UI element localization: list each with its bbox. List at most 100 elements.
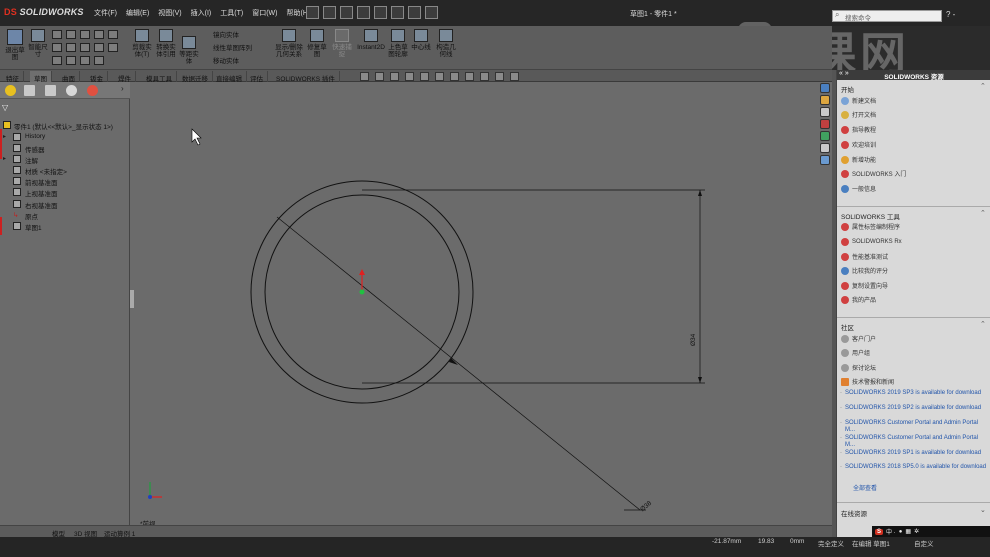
custom-properties-tab-icon[interactable] bbox=[820, 143, 830, 153]
tab-features[interactable]: 特征 bbox=[2, 71, 24, 83]
new-icon[interactable] bbox=[306, 6, 319, 19]
display-delete-relations-button[interactable]: 显示/删除几何关系 bbox=[272, 29, 306, 58]
help-button[interactable]: ? - bbox=[946, 10, 955, 19]
property-tab-builder-link[interactable]: 属性标签编制程序 bbox=[841, 221, 900, 232]
chevron-right-icon[interactable]: › bbox=[121, 84, 124, 93]
microphone-icon[interactable]: ● bbox=[899, 529, 903, 535]
tab-sheet-metal[interactable]: 钣金 bbox=[86, 71, 108, 83]
point-icon[interactable] bbox=[66, 56, 76, 65]
panel-collapse-handle[interactable] bbox=[130, 290, 134, 308]
library-tab-icon[interactable] bbox=[820, 95, 830, 105]
display-pane-icon[interactable] bbox=[510, 72, 519, 81]
tree-item-annotations[interactable]: ▸ 注解 bbox=[0, 154, 130, 165]
tree-item-top-plane[interactable]: 上视基准面 bbox=[0, 187, 130, 198]
line-icon[interactable] bbox=[52, 30, 62, 39]
undo-icon[interactable] bbox=[374, 6, 387, 19]
print-icon[interactable] bbox=[357, 6, 370, 19]
offset-entities-button[interactable]: 等距实体 bbox=[178, 36, 200, 65]
open-icon[interactable] bbox=[323, 6, 336, 19]
select-icon[interactable] bbox=[391, 6, 404, 19]
instant2d-button[interactable]: Instant2D bbox=[356, 29, 386, 51]
tree-item-right-plane[interactable]: 右视基准面 bbox=[0, 199, 130, 210]
smart-dimension-button[interactable]: 智能尺寸 bbox=[28, 29, 48, 58]
whats-new-link[interactable]: 新增功能 bbox=[841, 154, 876, 165]
tree-root-part[interactable]: 零件1 (默认<<默认>_显示状态 1>) bbox=[0, 120, 130, 132]
dimension-line-diagonal[interactable] bbox=[276, 216, 641, 511]
appearances-tab-icon[interactable] bbox=[820, 131, 830, 141]
tab-weldments[interactable]: 焊件 bbox=[114, 71, 136, 83]
menu-view[interactable]: 视图(V) bbox=[158, 8, 181, 18]
input-method-icon[interactable]: S bbox=[875, 528, 884, 535]
plane-icon[interactable] bbox=[108, 43, 118, 52]
tab-mold-tools[interactable]: 模具工具 bbox=[142, 71, 177, 83]
tree-item-front-plane[interactable]: 前视基准面 bbox=[0, 176, 130, 187]
copy-settings-link[interactable]: 复制设置向导 bbox=[841, 280, 888, 291]
tray-text[interactable]: 中 · bbox=[886, 527, 896, 536]
spline-icon[interactable] bbox=[66, 43, 76, 52]
edit-appearance-icon[interactable] bbox=[465, 72, 474, 81]
tab-sketch[interactable]: 草图 bbox=[30, 71, 52, 83]
news-item[interactable]: SOLIDWORKS 2019 SP2 is available for dow… bbox=[840, 405, 987, 412]
discussion-forum-link[interactable]: 探讨论坛 bbox=[841, 362, 876, 373]
forum-tab-icon[interactable] bbox=[820, 155, 830, 165]
tab-surfaces[interactable]: 曲面 bbox=[58, 71, 80, 83]
file-explorer-tab-icon[interactable] bbox=[820, 107, 830, 117]
news-item[interactable]: SOLIDWORKS Customer Portal and Admin Por… bbox=[840, 420, 987, 433]
menu-window[interactable]: 窗口(W) bbox=[252, 8, 277, 18]
filter-icon[interactable]: ▽ bbox=[2, 103, 8, 112]
menu-file[interactable]: 文件(F) bbox=[94, 8, 117, 18]
polygon-icon[interactable] bbox=[52, 43, 62, 52]
fillet-icon[interactable] bbox=[94, 43, 104, 52]
keyboard-icon[interactable]: ▦ bbox=[905, 528, 911, 535]
section-view-icon[interactable] bbox=[405, 72, 414, 81]
benchmark-link[interactable]: 性能基准测试 bbox=[841, 251, 888, 262]
text-icon[interactable] bbox=[52, 56, 62, 65]
construction-geometry-button[interactable]: 构造几何线 bbox=[434, 29, 458, 58]
scene-icon[interactable] bbox=[480, 72, 489, 81]
previous-view-icon[interactable] bbox=[390, 72, 399, 81]
expand-icon[interactable]: ▸ bbox=[3, 155, 6, 162]
task-pane-nav[interactable]: « » bbox=[839, 70, 849, 77]
circle-icon[interactable] bbox=[94, 30, 104, 39]
display-style-icon[interactable] bbox=[435, 72, 444, 81]
tree-item-origin[interactable]: ↳ 原点 bbox=[0, 210, 130, 221]
menu-tools[interactable]: 工具(T) bbox=[220, 8, 243, 18]
mirror-entities-button[interactable]: 镜向实体 bbox=[202, 29, 252, 42]
display-manager-tab-icon[interactable] bbox=[87, 85, 98, 96]
new-document-link[interactable]: 新建文档 bbox=[841, 95, 876, 106]
tree-item-sketch1[interactable]: 草图1 bbox=[0, 221, 130, 232]
expand-icon[interactable]: ▸ bbox=[3, 133, 6, 140]
tree-item-material[interactable]: 材质 <未指定> bbox=[0, 165, 130, 176]
open-document-link[interactable]: 打开文档 bbox=[841, 109, 876, 120]
rectangle-icon[interactable] bbox=[66, 30, 76, 39]
user-groups-link[interactable]: 用户组 bbox=[841, 347, 870, 358]
hide-show-icon[interactable] bbox=[450, 72, 459, 81]
status-units[interactable]: 自定义 bbox=[914, 538, 934, 548]
quick-snaps-button[interactable]: 快速捕捉 bbox=[330, 29, 354, 58]
menu-insert[interactable]: 插入(I) bbox=[191, 8, 212, 18]
centerline-button[interactable]: 中心线 bbox=[410, 29, 432, 51]
shaded-sketch-button[interactable]: 上色草图轮廓 bbox=[386, 29, 410, 58]
tab-data-migration[interactable]: 数据迁移 bbox=[178, 71, 213, 83]
repair-sketch-button[interactable]: 修复草图 bbox=[306, 29, 328, 58]
rebuild-icon[interactable] bbox=[408, 6, 421, 19]
convert-entities-button[interactable]: 转换实体引用 bbox=[154, 29, 178, 58]
tree-item-sensors[interactable]: 传感器 bbox=[0, 143, 130, 154]
solidworks-rx-link[interactable]: SOLIDWORKS Rx bbox=[841, 236, 902, 247]
configuration-tab-icon[interactable] bbox=[45, 85, 56, 96]
options-icon[interactable] bbox=[425, 6, 438, 19]
graphics-area[interactable]: Ø34 Ø38 *前视 bbox=[130, 82, 832, 528]
origin-point[interactable] bbox=[359, 289, 365, 295]
view-all-link[interactable]: 全部查看 bbox=[853, 483, 877, 492]
view-settings-icon[interactable] bbox=[495, 72, 504, 81]
sketch-svg[interactable] bbox=[130, 82, 832, 525]
tutorials-link[interactable]: 指导教程 bbox=[841, 124, 876, 135]
zoom-fit-icon[interactable] bbox=[360, 72, 369, 81]
tab-evaluate[interactable]: 评估 bbox=[246, 71, 268, 83]
general-info-link[interactable]: 一般信息 bbox=[841, 183, 876, 194]
tree-item-history[interactable]: ▸ History bbox=[0, 132, 130, 143]
property-manager-tab-icon[interactable] bbox=[24, 85, 35, 96]
news-item[interactable]: SOLIDWORKS 2019 SP1 is available for dow… bbox=[840, 450, 987, 457]
linear-pattern-button[interactable]: 线性草图阵列 bbox=[202, 42, 252, 55]
dimxpert-tab-icon[interactable] bbox=[66, 85, 77, 96]
